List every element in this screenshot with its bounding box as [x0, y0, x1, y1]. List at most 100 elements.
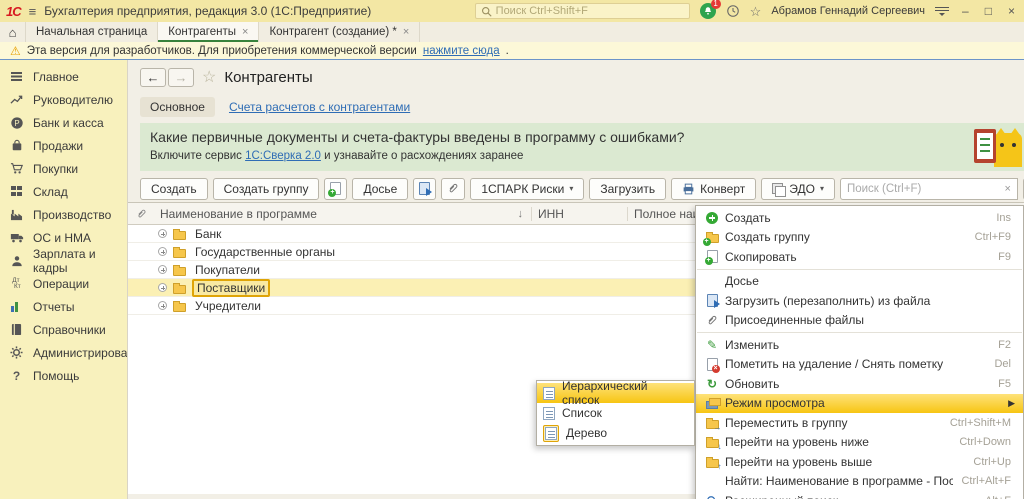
menu-icon: [9, 69, 24, 84]
envelope-button[interactable]: Конверт: [671, 178, 756, 200]
window-minimize-button[interactable]: –: [959, 5, 972, 17]
load-button[interactable]: Загрузить: [589, 178, 666, 200]
menu-item-refresh[interactable]: ↻ Обновить F5: [696, 374, 1023, 394]
tab-close-icon[interactable]: ×: [242, 26, 248, 38]
sidebar-item-proizvodstvo[interactable]: Производство: [0, 203, 127, 226]
menu-item-move-to-group[interactable]: → Переместить в группу Ctrl+Shift+M: [696, 413, 1023, 433]
menu-item-advanced-search[interactable]: Расширенный поиск Alt+F: [696, 491, 1023, 499]
sidebar-item-spravochniki[interactable]: Справочники: [0, 318, 127, 341]
paperclip-icon: [136, 208, 147, 220]
service-settings-icon[interactable]: [935, 6, 949, 16]
expand-icon[interactable]: [158, 301, 167, 310]
name-column-header[interactable]: Наименование в программе ↓: [154, 207, 532, 221]
tab-kontragent-create[interactable]: Контрагент (создание) * ×: [259, 22, 420, 42]
menu-separator: [697, 332, 1022, 333]
copy-item-button[interactable]: [324, 178, 347, 200]
menu-item-copy[interactable]: Скопировать F9: [696, 247, 1023, 267]
favorites-star-icon[interactable]: ☆: [750, 5, 762, 18]
inn-column-header[interactable]: ИНН: [532, 207, 628, 221]
global-search-placeholder: Поиск Ctrl+Shift+F: [496, 5, 588, 17]
sidebar-item-operacii[interactable]: Дт Кт Операции: [0, 272, 127, 295]
menu-item-dossier[interactable]: Досье: [696, 272, 1023, 292]
sidebar-item-glavnoe[interactable]: Главное: [0, 65, 127, 88]
truck-icon: [9, 230, 24, 245]
sidebar-item-otchety[interactable]: Отчеты: [0, 295, 127, 318]
menu-item-hotkey: Ctrl+Down: [959, 436, 1011, 448]
nav-forward-button[interactable]: →: [168, 68, 194, 87]
tab-osnovnoe[interactable]: Основное: [140, 97, 215, 117]
sidebar-item-label: Продажи: [33, 139, 83, 153]
expand-icon[interactable]: [158, 229, 167, 238]
dossier-button[interactable]: Досье: [352, 178, 408, 200]
expand-icon[interactable]: [158, 283, 167, 292]
person-icon: [9, 253, 24, 268]
user-name[interactable]: Абрамов Геннадий Сергеевич: [771, 5, 925, 17]
menu-item-go-level-down[interactable]: ↓ Перейти на уровень ниже Ctrl+Down: [696, 433, 1023, 453]
attachment-column-header[interactable]: [128, 208, 154, 220]
sidebar-item-prodazhi[interactable]: Продажи: [0, 134, 127, 157]
global-search-input[interactable]: Поиск Ctrl+Shift+F: [475, 3, 690, 19]
tab-kontragenty[interactable]: Контрагенты ×: [158, 22, 259, 42]
folder-icon: [173, 285, 186, 294]
menu-item-create-group[interactable]: Создать группу Ctrl+F9: [696, 228, 1023, 248]
menu-item-go-level-up[interactable]: ↑ Перейти на уровень выше Ctrl+Up: [696, 452, 1023, 472]
history-clock-icon[interactable]: [726, 4, 740, 18]
window-close-button[interactable]: ×: [1005, 5, 1018, 17]
menu-item-view-mode[interactable]: Режим просмотра ▶: [696, 394, 1023, 414]
sort-descending-icon: ↓: [518, 208, 524, 220]
sidebar-item-label: Производство: [33, 208, 111, 222]
expand-icon[interactable]: [158, 265, 167, 274]
notifications-bell-icon[interactable]: 1: [700, 3, 716, 19]
page-title: Контрагенты: [224, 69, 312, 86]
tab-start-page[interactable]: Начальная страница: [26, 22, 158, 42]
dropdown-caret-icon: ▾: [820, 184, 824, 193]
menu-item-create[interactable]: Создать Ins: [696, 208, 1023, 228]
favorite-star-icon[interactable]: ☆: [202, 67, 216, 87]
menu-item-edit[interactable]: ✎ Изменить F2: [696, 335, 1023, 355]
spark-risks-button[interactable]: 1СПАРК Риски▾: [470, 178, 584, 200]
bag-icon: [9, 138, 24, 153]
help-icon: ?: [9, 368, 24, 383]
clear-search-icon[interactable]: ×: [1005, 183, 1011, 195]
list-search-input[interactable]: Поиск (Ctrl+F) ×: [840, 178, 1018, 200]
sidebar-item-pokupki[interactable]: Покупки: [0, 157, 127, 180]
menu-item-label: Скопировать: [725, 250, 990, 264]
sidebar-item-pomosch[interactable]: ? Помощь: [0, 364, 127, 387]
create-button[interactable]: Создать: [140, 178, 208, 200]
attached-files-button[interactable]: [441, 178, 465, 200]
menu-item-load-from-file[interactable]: Загрузить (перезаполнить) из файла: [696, 291, 1023, 311]
sidebar-item-sklad[interactable]: Склад: [0, 180, 127, 203]
sidebar-item-rukovoditelyu[interactable]: Руководителю: [0, 88, 127, 111]
edo-button[interactable]: ЭДО▾: [761, 178, 835, 200]
create-group-button[interactable]: Создать группу: [213, 178, 320, 200]
submenu-item-hierarchical-list[interactable]: Иерархический список: [537, 383, 694, 403]
expand-icon[interactable]: [158, 247, 167, 256]
submenu-item-label: Дерево: [566, 426, 607, 440]
sidebar-item-administrirovanie[interactable]: Администрирование: [0, 341, 127, 364]
sverka-link[interactable]: 1С:Сверка 2.0: [245, 150, 321, 162]
menu-item-attached-files[interactable]: Присоединенные файлы: [696, 311, 1023, 331]
sidebar-item-label: Отчеты: [33, 300, 74, 314]
menu-item-find[interactable]: Найти: Наименование в программе - Постав…: [696, 472, 1023, 492]
window-maximize-button[interactable]: □: [982, 5, 995, 17]
sidebar-item-zarplata-i-kadry[interactable]: Зарплата и кадры: [0, 249, 127, 272]
tab-scheta-raschetov[interactable]: Счета расчетов с контрагентами: [229, 100, 410, 114]
menu-item-hotkey: F2: [998, 339, 1011, 351]
submenu-item-tree[interactable]: Дерево: [537, 423, 694, 443]
load-from-file-button[interactable]: [413, 178, 436, 200]
home-tab-button[interactable]: ⌂: [0, 22, 26, 42]
buy-commercial-link[interactable]: нажмите сюда: [423, 45, 500, 57]
clipboard-icon: [974, 129, 996, 163]
button-label: 1СПАРК Риски: [481, 182, 564, 196]
menu-item-mark-for-deletion[interactable]: Пометить на удаление / Снять пометку Del: [696, 355, 1023, 375]
column-label: Наименование в программе: [160, 207, 518, 221]
main-menu-icon[interactable]: ≡: [29, 4, 37, 19]
nav-back-button[interactable]: ←: [140, 68, 166, 87]
sidebar-item-label: Главное: [33, 70, 79, 84]
sidebar-item-bank-i-kassa[interactable]: Р Банк и касса: [0, 111, 127, 134]
submenu-item-label: Список: [562, 406, 602, 420]
delete-doc-icon: [704, 358, 720, 371]
app-tab-bar: ⌂ Начальная страница Контрагенты × Контр…: [0, 22, 1024, 42]
bar-chart-icon: [9, 299, 24, 314]
tab-close-icon[interactable]: ×: [403, 26, 409, 38]
